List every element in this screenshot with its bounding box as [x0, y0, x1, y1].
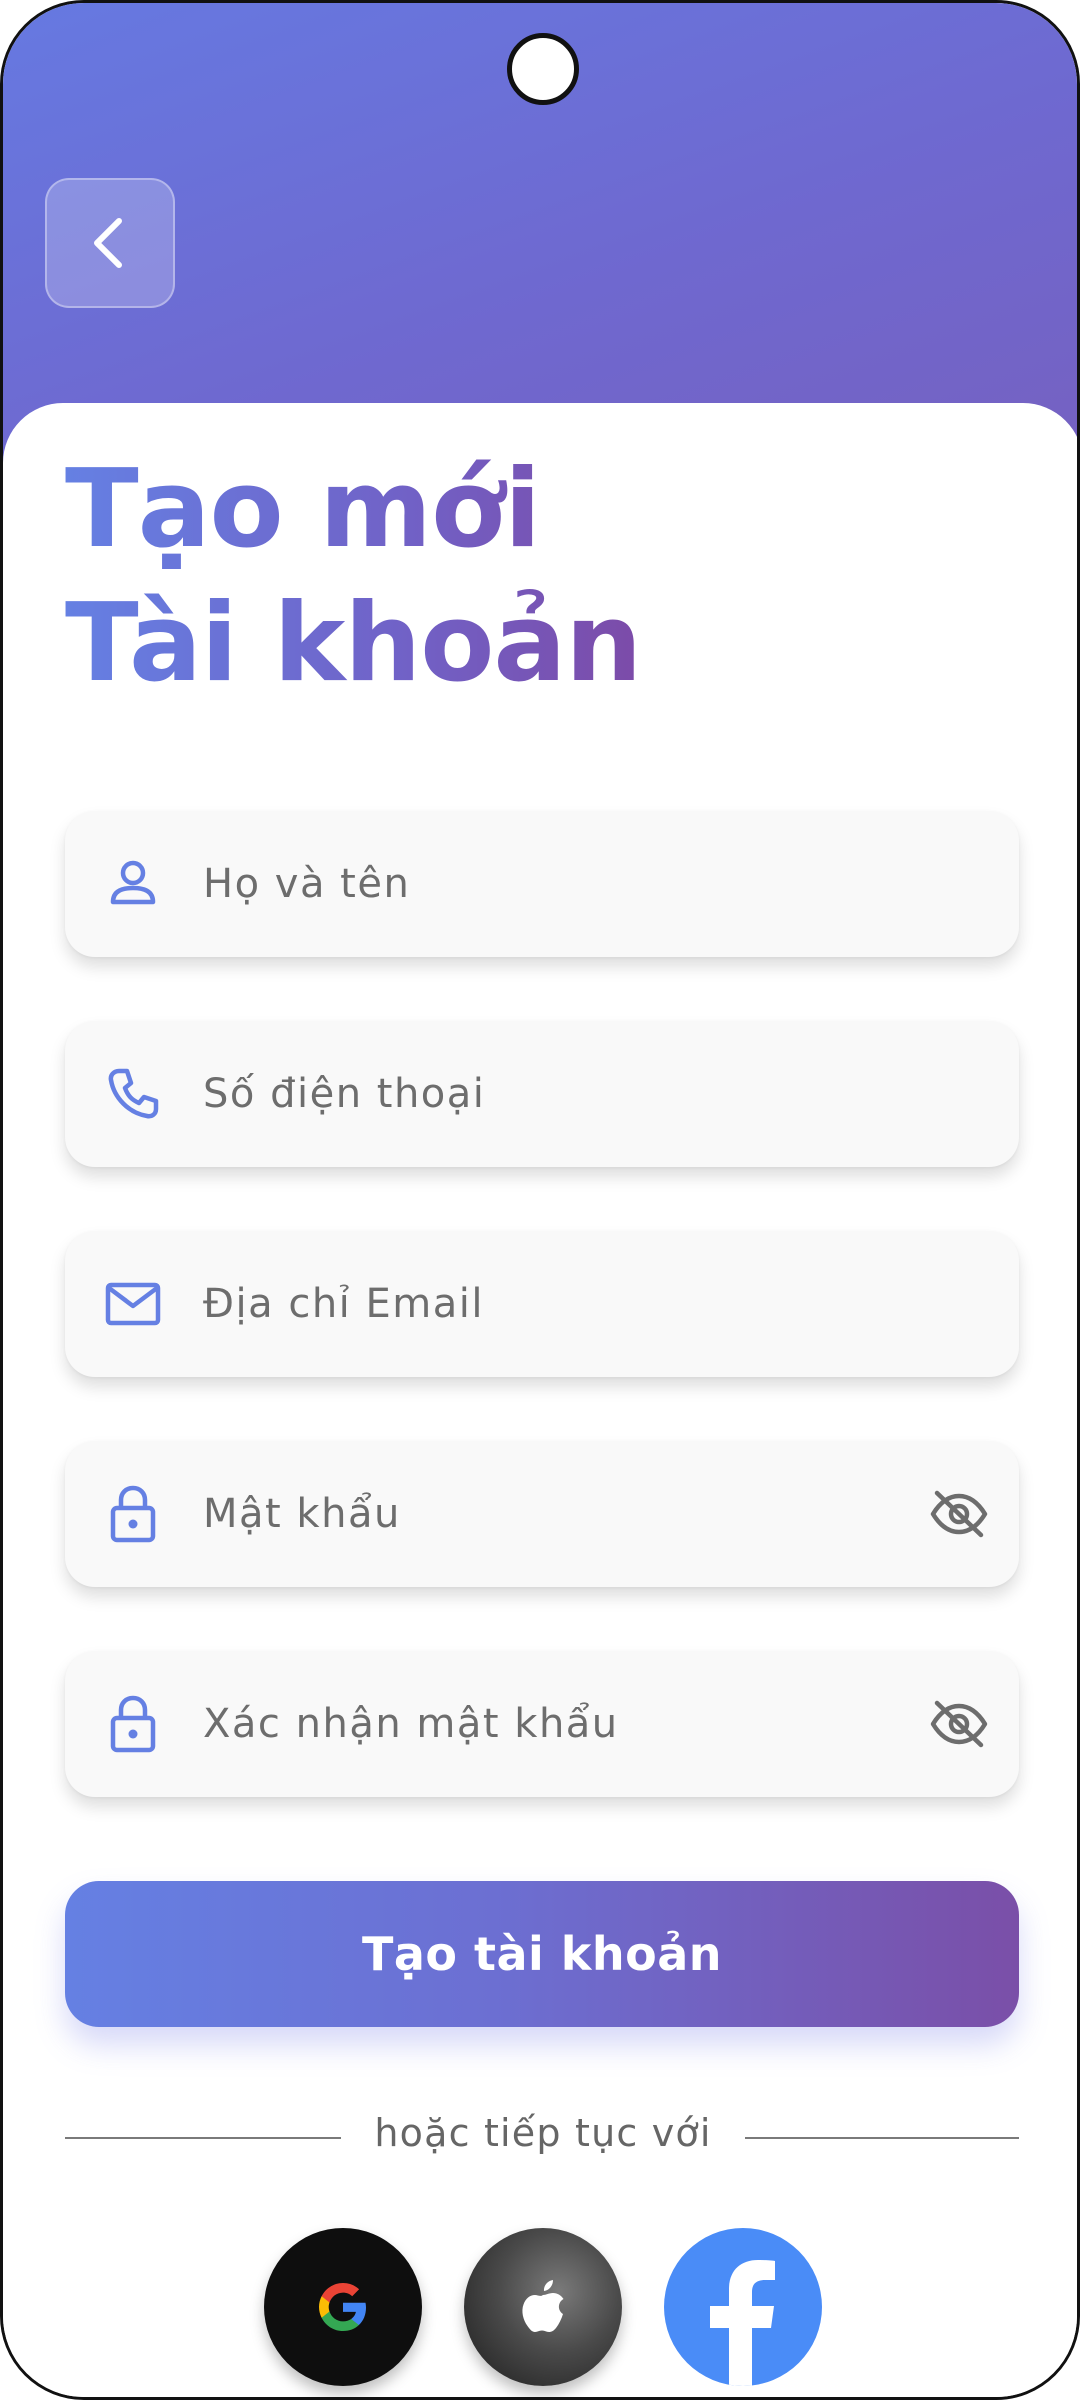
confirm-password-input[interactable] — [203, 1651, 963, 1797]
page-title-line1: Tạo mới — [65, 447, 541, 572]
divider-line-left — [65, 2137, 341, 2139]
google-icon — [319, 2283, 366, 2331]
apple-login-button[interactable] — [464, 2228, 622, 2386]
phone-icon — [103, 1064, 163, 1124]
eye-off-icon[interactable] — [929, 1694, 989, 1754]
password-field[interactable] — [65, 1441, 1019, 1587]
fullname-input[interactable] — [203, 811, 963, 957]
create-account-button[interactable]: Tạo tài khoản — [65, 1881, 1019, 2027]
facebook-login-button[interactable] — [664, 2228, 822, 2386]
confirm-password-field[interactable] — [65, 1651, 1019, 1797]
facebook-icon — [710, 2260, 775, 2386]
mail-icon — [103, 1274, 163, 1334]
page-title: Tạo mới Tài khoản — [65, 443, 641, 711]
chevron-left-icon — [94, 218, 122, 268]
back-button[interactable] — [45, 178, 175, 308]
page-title-line2: Tài khoản — [65, 581, 642, 706]
phone-input[interactable] — [203, 1021, 963, 1167]
divider-text: hoặc tiếp tục với — [374, 2111, 712, 2155]
google-login-button[interactable] — [264, 2228, 422, 2386]
lock-icon — [103, 1694, 163, 1754]
email-field[interactable] — [65, 1231, 1019, 1377]
apple-icon — [522, 2280, 564, 2332]
phone-field[interactable] — [65, 1021, 1019, 1167]
email-input[interactable] — [203, 1231, 963, 1377]
eye-off-icon[interactable] — [929, 1484, 989, 1544]
person-icon — [103, 854, 163, 914]
fullname-field[interactable] — [65, 811, 1019, 957]
divider-line-right — [745, 2137, 1019, 2139]
lock-icon — [103, 1484, 163, 1544]
camera-cutout — [507, 33, 579, 105]
phone-frame: Tạo mới Tài khoản Họ và tên Số điện thoạ… — [0, 0, 1080, 2400]
password-input[interactable] — [203, 1441, 963, 1587]
